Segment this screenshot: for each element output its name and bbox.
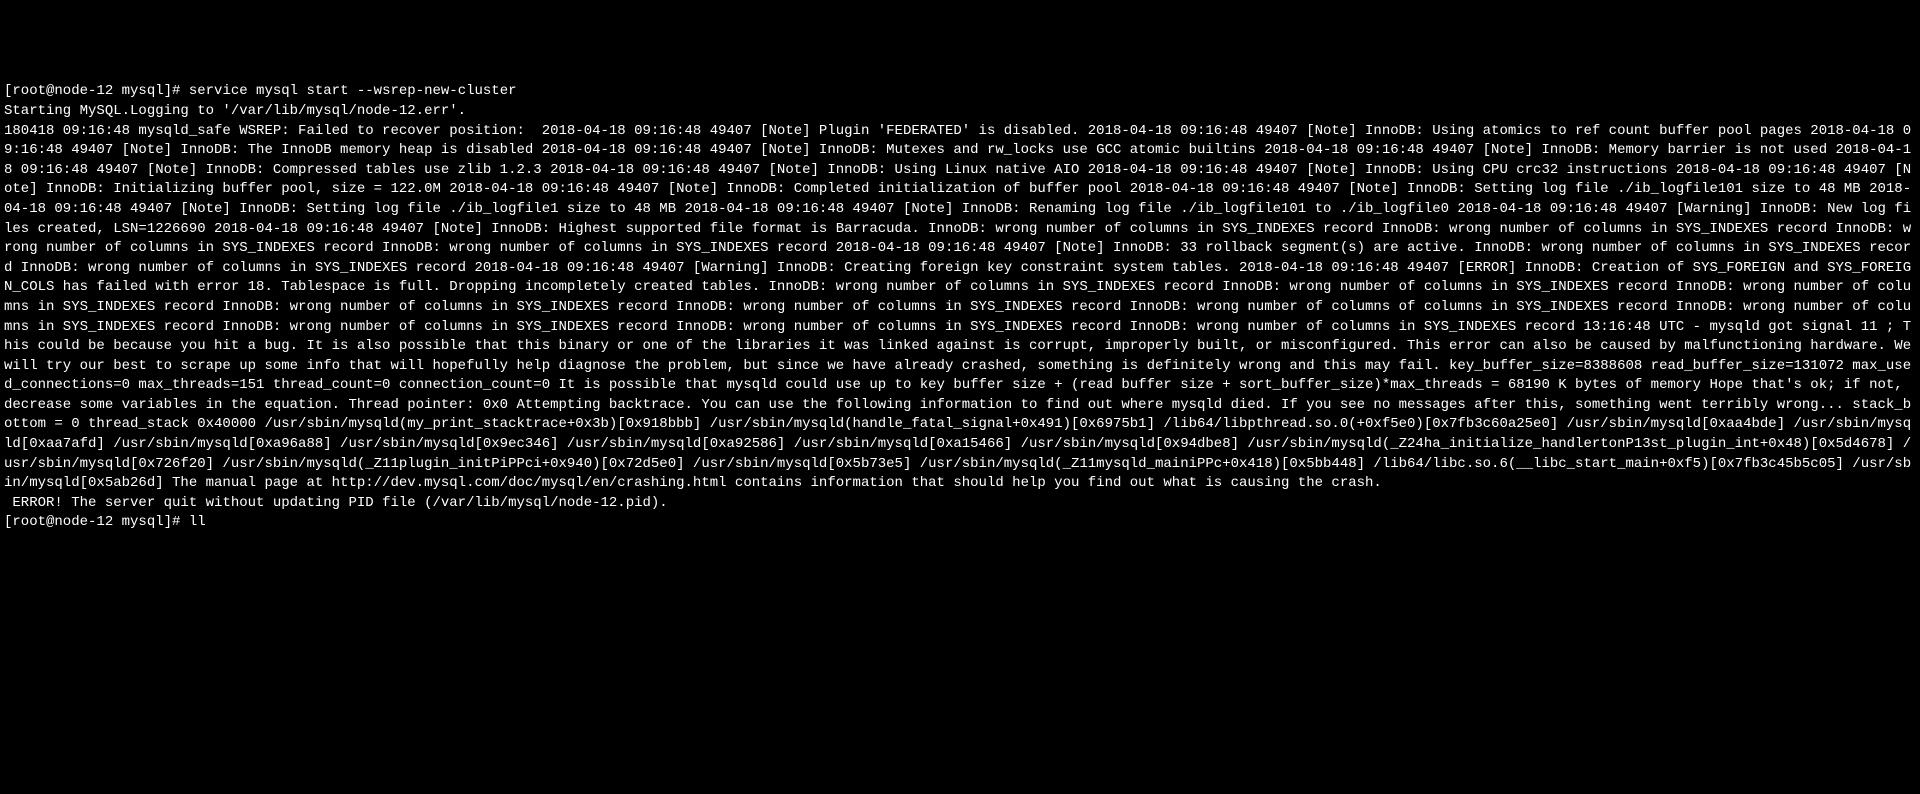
command-text: service mysql start --wsrep-new-cluster — [189, 83, 517, 99]
log-line: Starting MySQL.Logging to '/var/lib/mysq… — [4, 102, 1916, 122]
command-text: ll — [189, 514, 206, 530]
error-line: ERROR! The server quit without updating … — [4, 494, 1916, 514]
shell-prompt: [root@node-12 mysql]# — [4, 514, 189, 530]
log-body: 180418 09:16:48 mysqld_safe WSREP: Faile… — [4, 122, 1916, 494]
terminal-output[interactable]: [root@node-12 mysql]# service mysql star… — [4, 82, 1916, 533]
shell-prompt: [root@node-12 mysql]# — [4, 83, 189, 99]
